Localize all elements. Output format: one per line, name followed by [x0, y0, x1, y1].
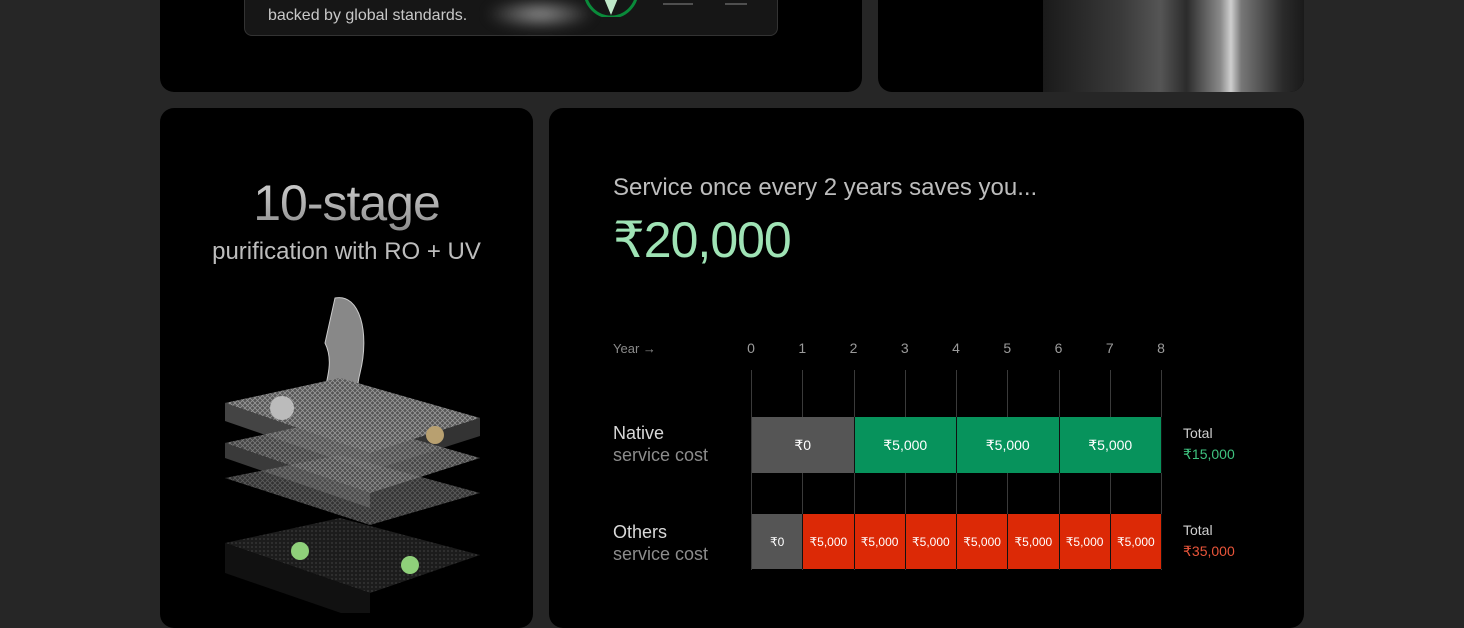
year-tick-label: 7 [1105, 340, 1114, 356]
row-name: Others [613, 522, 668, 542]
cost-segment: ₹5,000 [1059, 514, 1111, 569]
year-tick-label: 1 [798, 340, 807, 356]
savings-card: Service once every 2 years saves you... … [549, 108, 1304, 628]
product-image-card [878, 0, 1304, 92]
cost-segment: ₹5,000 [854, 417, 957, 473]
row-total: Total ₹35,000 [1183, 520, 1235, 562]
cost-segment: ₹0 [752, 514, 804, 569]
cost-segment: ₹0 [752, 417, 855, 473]
year-tick-label: 2 [849, 340, 858, 356]
cost-segment: ₹5,000 [1059, 417, 1162, 473]
product-image [1043, 0, 1304, 92]
cost-segment: ₹5,000 [1008, 514, 1060, 569]
certification-card: backed by global standards. [160, 0, 862, 92]
purification-card: 10-stage purification with RO + UV [160, 108, 533, 628]
row-name: Native [613, 423, 665, 443]
total-value: ₹35,000 [1183, 543, 1235, 559]
green-certification-badge-icon [585, 0, 637, 17]
cost-segment: ₹5,000 [905, 514, 957, 569]
purification-title: 10-stage [160, 174, 533, 232]
purification-subtitle: purification with RO + UV [212, 238, 481, 265]
row-subname: service cost [613, 544, 709, 564]
row-label: Native service cost [613, 422, 708, 466]
cost-segment: ₹5,000 [957, 514, 1009, 569]
total-label: Total [1183, 522, 1213, 538]
year-tick-label: 8 [1157, 340, 1165, 356]
cost-segment: ₹5,000 [957, 417, 1060, 473]
cost-segment: ₹5,000 [1110, 514, 1162, 569]
blurred-highlight [485, 0, 595, 29]
year-tick-label: 6 [1054, 340, 1063, 356]
standards-text: backed by global standards. [268, 7, 468, 24]
year-tick-label: 3 [900, 340, 909, 356]
certification-badge-icon [663, 3, 693, 5]
year-tick-label: 5 [1003, 340, 1012, 356]
cost-segment: ₹5,000 [854, 514, 906, 569]
year-tick-label: 0 [747, 340, 755, 356]
row-label: Others service cost [613, 521, 708, 565]
row-total: Total ₹15,000 [1183, 423, 1235, 465]
filter-layers-illustration [225, 297, 480, 613]
savings-heading: Service once every 2 years saves you... [613, 174, 1038, 201]
cost-segment: ₹5,000 [803, 514, 855, 569]
savings-amount: ₹20,000 [613, 212, 792, 268]
row-subname: service cost [613, 445, 709, 465]
standards-panel: backed by global standards. [244, 0, 778, 36]
total-value: ₹15,000 [1183, 446, 1235, 462]
year-tick-label: 4 [952, 340, 960, 356]
total-label: Total [1183, 425, 1213, 441]
year-axis-label: Year → [613, 341, 656, 356]
standard-badge-icon [725, 3, 747, 5]
